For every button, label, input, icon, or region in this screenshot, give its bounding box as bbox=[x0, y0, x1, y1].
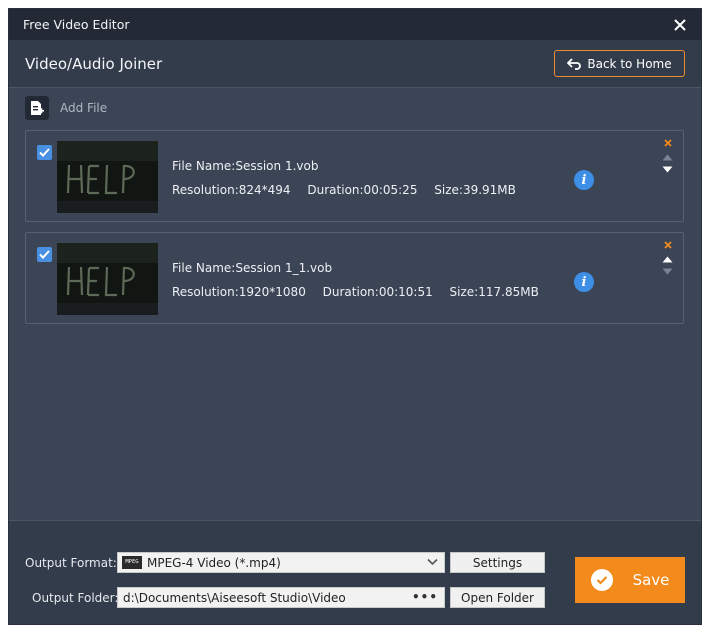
window-title: Free Video Editor bbox=[23, 17, 130, 32]
browse-folder-button[interactable]: ••• bbox=[412, 590, 438, 604]
file-meta: Resolution:1920*1080 Duration:00:10:51 S… bbox=[172, 285, 552, 299]
move-down-icon[interactable] bbox=[662, 268, 673, 275]
add-file-icon bbox=[31, 101, 44, 115]
move-up-icon[interactable] bbox=[662, 256, 673, 263]
output-format-value: MPEG-4 Video (*.mp4) bbox=[147, 555, 281, 570]
back-to-home-button[interactable]: Back to Home bbox=[554, 50, 685, 77]
file-row: File Name:Session 1_1.vob Resolution:192… bbox=[25, 232, 684, 324]
app-window: Free Video Editor Video/Audio Joiner Bac… bbox=[8, 8, 702, 625]
file-resolution: Resolution:824*494 bbox=[172, 183, 291, 197]
file-meta: Resolution:824*494 Duration:00:05:25 Siz… bbox=[172, 183, 529, 197]
save-button[interactable]: Save bbox=[575, 557, 685, 603]
file-size: Size:39.91MB bbox=[434, 183, 516, 197]
page-header: Video/Audio Joiner Back to Home bbox=[9, 40, 701, 88]
file-row: File Name:Session 1.vob Resolution:824*4… bbox=[25, 130, 684, 222]
output-folder-value: d:\Documents\Aiseesoft Studio\Video bbox=[123, 590, 346, 605]
info-icon[interactable]: i bbox=[574, 272, 594, 292]
open-folder-button[interactable]: Open Folder bbox=[450, 587, 545, 608]
file-checkbox[interactable] bbox=[37, 247, 52, 262]
output-format-label: Output Format: bbox=[25, 556, 117, 570]
add-file-label[interactable]: Add File bbox=[60, 101, 107, 115]
output-format-select[interactable]: MPEG MPEG-4 Video (*.mp4) bbox=[117, 552, 445, 573]
checkbox-icon bbox=[39, 148, 50, 157]
file-duration: Duration:00:05:25 bbox=[307, 183, 418, 197]
file-checkbox[interactable] bbox=[37, 145, 52, 160]
file-size: Size:117.85MB bbox=[449, 285, 539, 299]
chevron-down-icon bbox=[427, 558, 438, 566]
close-button[interactable] bbox=[669, 14, 691, 36]
back-to-home-label: Back to Home bbox=[587, 56, 672, 71]
move-down-icon[interactable] bbox=[662, 166, 673, 173]
video-thumbnail bbox=[57, 141, 158, 213]
close-icon bbox=[674, 19, 686, 31]
file-resolution: Resolution:1920*1080 bbox=[172, 285, 306, 299]
toolbar: Add File bbox=[9, 89, 701, 127]
remove-icon[interactable] bbox=[663, 138, 673, 148]
file-name: File Name:Session 1_1.vob bbox=[172, 261, 333, 275]
checkbox-icon bbox=[39, 250, 50, 259]
mpeg-format-icon: MPEG bbox=[122, 556, 142, 569]
file-duration: Duration:00:10:51 bbox=[322, 285, 433, 299]
page-title: Video/Audio Joiner bbox=[25, 55, 163, 73]
output-panel: Output Format: MPEG MPEG-4 Video (*.mp4)… bbox=[9, 520, 701, 624]
title-bar: Free Video Editor bbox=[9, 9, 701, 40]
move-up-icon[interactable] bbox=[662, 154, 673, 161]
remove-icon[interactable] bbox=[663, 240, 673, 250]
settings-button[interactable]: Settings bbox=[450, 552, 545, 573]
save-check-icon bbox=[590, 569, 613, 591]
add-file-button[interactable] bbox=[25, 96, 49, 120]
save-label: Save bbox=[632, 571, 670, 589]
file-name: File Name:Session 1.vob bbox=[172, 159, 319, 173]
video-thumbnail bbox=[57, 243, 158, 315]
back-arrow-icon bbox=[567, 57, 582, 70]
output-folder-field[interactable]: d:\Documents\Aiseesoft Studio\Video ••• bbox=[117, 587, 445, 608]
info-icon[interactable]: i bbox=[574, 170, 594, 190]
output-folder-label: Output Folder: bbox=[32, 591, 119, 605]
